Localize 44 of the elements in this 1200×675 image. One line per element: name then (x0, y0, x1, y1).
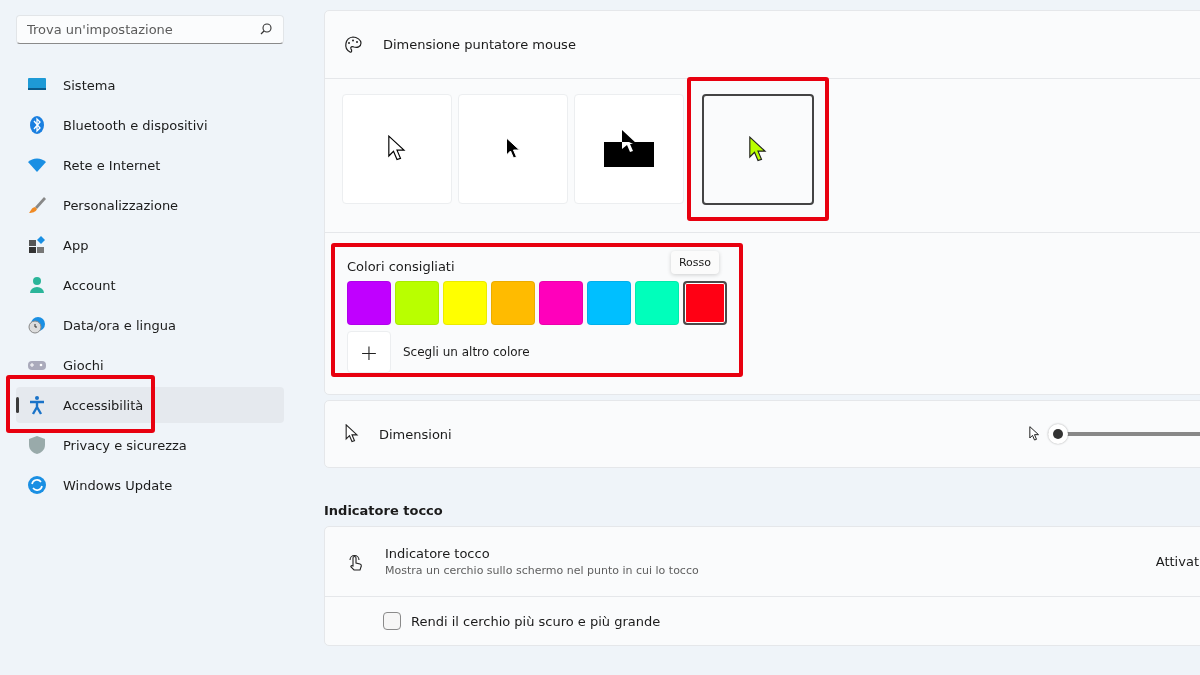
inverted-cursor-icon (604, 130, 654, 168)
setting-label: Indicatore tocco (385, 546, 491, 561)
nav-icon (27, 235, 47, 255)
selection-indicator (16, 397, 19, 413)
small-pointer-icon (1029, 426, 1040, 442)
colors-title: Colori consigliati (347, 259, 455, 276)
card-title: Dimensione puntatore mouse (383, 37, 576, 52)
pointer-style-option[interactable] (702, 94, 814, 205)
nav-item[interactable]: Personalizzazione (16, 187, 284, 223)
pointer-icon (345, 424, 359, 444)
setting-label: Dimensioni (379, 426, 453, 442)
nav-item[interactable]: Accessibilità (16, 387, 284, 423)
slider-thumb[interactable] (1048, 424, 1068, 444)
toggle-state: Attivat (1155, 554, 1199, 569)
nav-icon (27, 475, 47, 495)
nav-item[interactable]: App (16, 227, 284, 263)
checkbox[interactable] (383, 612, 401, 630)
nav-item[interactable]: Data/ora e lingua (16, 307, 284, 343)
nav-icon (27, 195, 47, 215)
search-icon (260, 23, 272, 35)
nav-item[interactable]: Giochi (16, 347, 284, 383)
nav-icon (27, 275, 47, 295)
nav-item[interactable]: Sistema (16, 67, 284, 103)
colored-cursor-icon (748, 135, 768, 164)
nav-icon (27, 435, 47, 455)
nav-item[interactable]: Rete e Internet (16, 147, 284, 183)
add-color-label: Scegli un altro colore (403, 345, 530, 359)
search-field[interactable]: Trova un'impostazione (16, 15, 284, 44)
nav-item[interactable]: Account (16, 267, 284, 303)
checkbox-label: Rendi il cerchio più scuro e più grande (411, 613, 661, 629)
palette-icon (343, 34, 363, 55)
setting-description: Mostra un cerchio sullo schermo nel punto in cui lo tocco (385, 564, 700, 577)
nav-item[interactable]: Windows Update (16, 467, 284, 503)
nav-icon (27, 395, 47, 415)
nav-icon (27, 115, 47, 135)
section-heading: Indicatore tocco (324, 503, 444, 518)
nav-icon (27, 315, 47, 335)
nav-item[interactable]: Bluetooth e dispositivi (16, 107, 284, 143)
add-color-button[interactable]: + (347, 331, 391, 373)
solid-cursor-icon (504, 137, 522, 161)
outline-cursor-icon (387, 135, 407, 163)
color-swatch[interactable] (683, 281, 727, 325)
nav-item[interactable]: Privacy e sicurezza (16, 427, 284, 463)
color-tooltip: Rosso (670, 251, 719, 274)
